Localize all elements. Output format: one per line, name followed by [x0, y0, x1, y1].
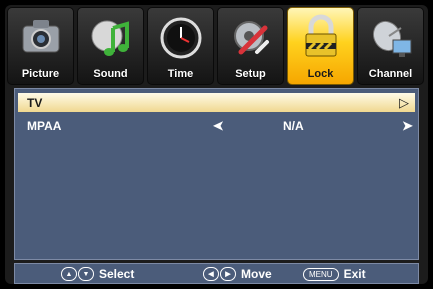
padlock-icon	[305, 14, 337, 57]
menu-row-label: TV	[27, 96, 43, 110]
satellite-dish-icon	[372, 20, 412, 57]
help-exit-label: Exit	[343, 267, 366, 281]
tab-picture[interactable]: Picture	[7, 7, 74, 85]
music-note-icon	[91, 20, 129, 56]
camera-icon	[22, 20, 60, 53]
arrow-right-icon[interactable]: ➤	[402, 118, 413, 134]
help-bar: ▲ ▼ Select ◀ ▶ Move MENU Exit	[14, 263, 419, 284]
tab-sound[interactable]: Sound	[77, 7, 144, 85]
left-right-keys-icon: ◀ ▶	[203, 267, 236, 281]
tab-lock-label: Lock	[307, 68, 334, 80]
lock-menu-panel: TV ▷ MPAA ➤ N/A ➤	[14, 88, 419, 260]
menu-row-tv[interactable]: TV ▷	[18, 93, 415, 112]
submenu-arrow-icon: ▷	[399, 95, 409, 110]
arrow-left-icon[interactable]: ➤	[213, 118, 224, 134]
help-select-label: Select	[99, 267, 135, 281]
menu-row-label: MPAA	[27, 119, 62, 133]
tab-setup[interactable]: Setup	[217, 7, 284, 85]
menu-row-mpaa[interactable]: MPAA ➤ N/A ➤	[18, 116, 415, 135]
tab-setup-label: Setup	[235, 68, 266, 80]
help-exit: MENU Exit	[303, 267, 366, 281]
help-move-label: Move	[241, 267, 272, 281]
menu-row-value: N/A	[283, 119, 304, 133]
help-move: ◀ ▶ Move	[203, 267, 272, 281]
tab-time-label: Time	[167, 68, 194, 80]
up-down-keys-icon: ▲ ▼	[61, 267, 94, 281]
tab-picture-label: Picture	[21, 68, 60, 80]
wrench-icon	[234, 21, 269, 55]
menu-tab-bar: Picture Sound Time Setup Lock Channel	[7, 7, 426, 85]
tab-time[interactable]: Time	[147, 7, 214, 85]
tab-sound-label: Sound	[93, 68, 128, 80]
menu-key-icon: MENU	[303, 267, 339, 281]
help-select: ▲ ▼ Select	[61, 267, 134, 281]
tab-lock[interactable]: Lock	[287, 7, 354, 85]
tab-channel-label: Channel	[368, 68, 413, 80]
clock-icon	[160, 17, 202, 59]
tab-channel[interactable]: Channel	[357, 7, 424, 85]
